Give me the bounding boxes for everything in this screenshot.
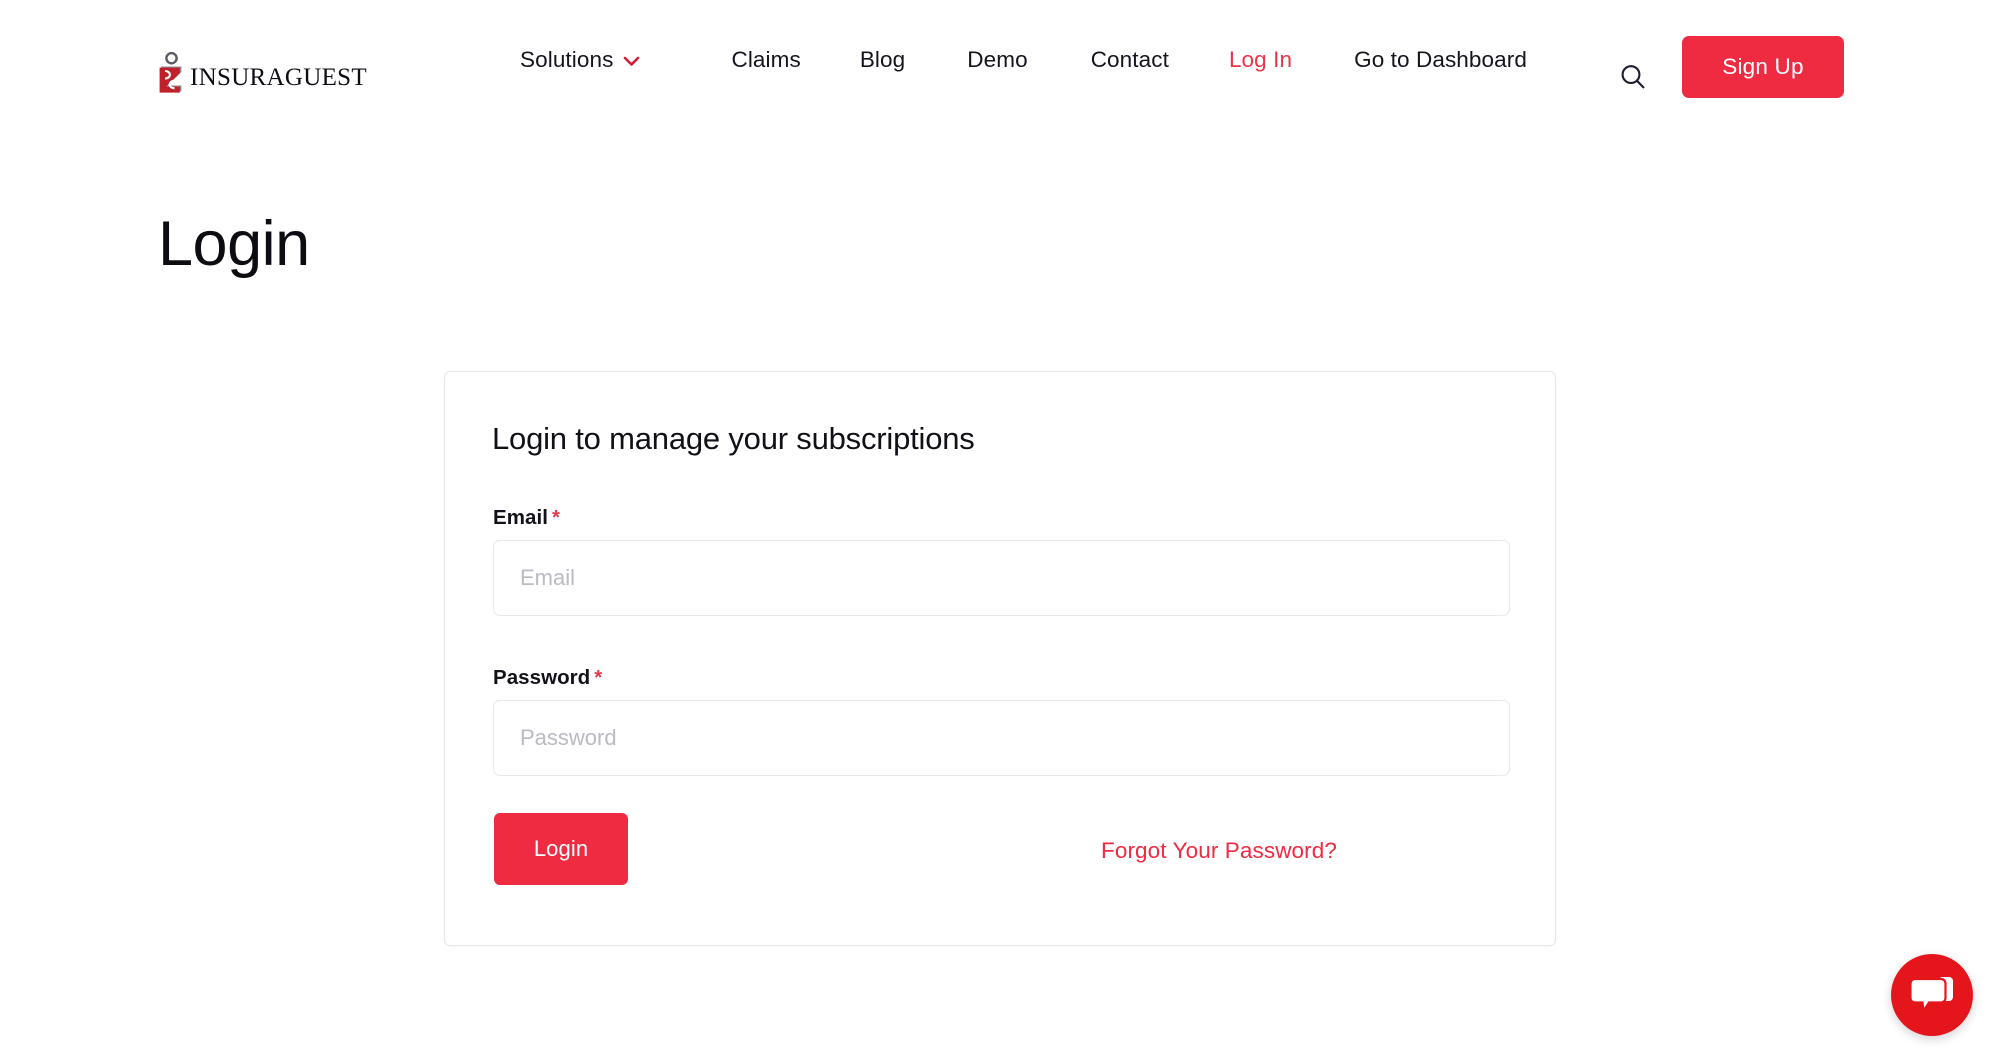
nav-item-solutions[interactable]: Solutions <box>520 47 640 73</box>
password-required-marker: * <box>594 666 603 689</box>
login-page: InsuraGuest Solutions Claims Blog Demo C… <box>0 0 2000 1057</box>
login-submit-button[interactable]: Login <box>494 813 628 885</box>
nav-label-claims: Claims <box>731 47 801 72</box>
forgot-password-link[interactable]: Forgot Your Password? <box>1101 838 1337 864</box>
search-icon <box>1621 65 1645 89</box>
site-header: InsuraGuest Solutions Claims Blog Demo C… <box>0 0 2000 120</box>
brand-name: InsuraGuest <box>190 53 367 93</box>
nav-item-blog[interactable]: Blog <box>860 47 905 73</box>
nav-label-log-in: Log In <box>1228 47 1293 72</box>
sign-up-button[interactable]: Sign Up <box>1682 36 1844 98</box>
password-label: Password * <box>493 666 602 690</box>
nav-item-log-in[interactable]: Log In <box>1229 47 1292 73</box>
chat-bubble-icon <box>1909 977 1953 1015</box>
nav-item-demo[interactable]: Demo <box>967 47 1027 73</box>
email-label-text: Email <box>493 506 548 529</box>
login-card-heading: Login to manage your subscriptions <box>492 421 975 456</box>
password-input[interactable] <box>493 700 1510 776</box>
nav-label-go-to-dashboard: Go to Dashboard <box>1354 47 1527 72</box>
chevron-down-icon <box>624 56 640 66</box>
nav-label-blog: Blog <box>859 47 906 72</box>
email-required-marker: * <box>551 506 560 529</box>
email-label: Email * <box>493 506 560 530</box>
nav-item-go-to-dashboard[interactable]: Go to Dashboard <box>1354 47 1527 73</box>
nav-label-solutions: Solutions <box>520 47 614 72</box>
nav-label-demo: Demo <box>967 47 1028 72</box>
nav-label-contact: Contact <box>1090 47 1169 72</box>
page-title: Login <box>158 209 310 279</box>
email-input[interactable] <box>493 540 1510 616</box>
password-label-text: Password <box>493 666 591 689</box>
nav-item-claims[interactable]: Claims <box>731 47 800 73</box>
login-card: Login to manage your subscriptions Email… <box>444 371 1556 946</box>
main-navigation: Solutions Claims Blog Demo Contact Log I… <box>520 0 1527 120</box>
brand-logo[interactable]: InsuraGuest <box>158 52 367 94</box>
nav-item-contact[interactable]: Contact <box>1091 47 1169 73</box>
chat-widget-button[interactable] <box>1891 954 1973 1036</box>
search-button[interactable] <box>1614 58 1652 96</box>
insuraguest-figure-logo-icon <box>159 52 182 93</box>
